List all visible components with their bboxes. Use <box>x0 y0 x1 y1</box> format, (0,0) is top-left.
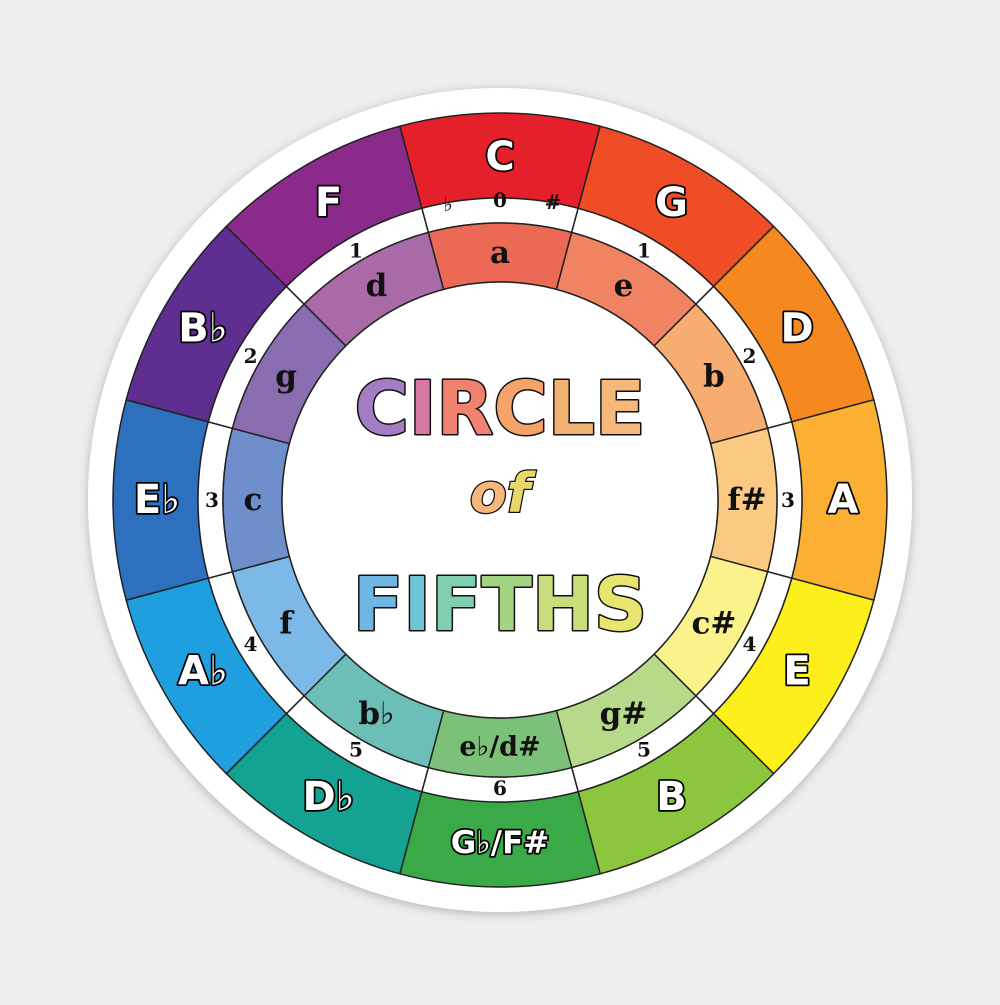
zero-count: 0 <box>493 188 507 212</box>
major-key-label-b: B <box>656 774 687 820</box>
accidental-count-gb-fs: 6 <box>493 776 507 800</box>
circle-of-fifths-sticker: C G D A E B G♭/F# D♭ A♭ E♭ B♭ F 12345654321 a e b f# c#… <box>0 0 1000 1000</box>
title-letter: F <box>431 562 482 648</box>
title-fifths: FIFTHS <box>353 562 647 648</box>
minor-key-label-b: g# <box>600 696 648 732</box>
minor-key-label-eb: c <box>244 482 263 518</box>
minor-key-label-db: b♭ <box>358 696 394 732</box>
title-letter: I <box>403 562 431 648</box>
major-key-label-eb: E♭ <box>134 477 180 523</box>
accidental-count-db: 5 <box>349 737 363 761</box>
minor-key-label-e: c# <box>691 606 736 642</box>
major-key-label-gb-fs: G♭/F# <box>451 825 550 861</box>
accidental-count-eb: 3 <box>205 488 219 512</box>
accidental-count-g: 1 <box>637 239 651 263</box>
accidental-count-e: 4 <box>742 632 756 656</box>
minor-key-label-g: e <box>614 268 634 304</box>
title-of: of <box>470 462 537 525</box>
title-letter: L <box>548 366 595 452</box>
flat-symbol: ♭ <box>443 192 452 216</box>
major-key-label-g: G <box>655 180 688 226</box>
accidental-count-ab: 4 <box>244 632 258 656</box>
title-letter: C <box>355 366 409 452</box>
title-letter: T <box>481 562 532 648</box>
major-key-label-d: D <box>780 306 813 352</box>
title-letter: H <box>532 562 594 648</box>
minor-key-label-d: b <box>703 359 725 395</box>
title-letter: S <box>594 562 647 648</box>
major-key-label-ab: A♭ <box>178 649 228 695</box>
accidental-count-bb: 2 <box>244 344 258 368</box>
sharp-symbol: # <box>545 190 562 214</box>
title-letter: I <box>409 366 437 452</box>
minor-key-label-bb: g <box>275 359 297 395</box>
title-letter: F <box>353 562 404 648</box>
minor-key-label-gb-fs: e♭/d# <box>459 732 540 763</box>
accidental-count-d: 2 <box>742 344 756 368</box>
major-key-label-a: A <box>828 477 859 523</box>
major-key-label-bb: B♭ <box>178 306 227 352</box>
major-key-label-c: C <box>485 134 514 180</box>
major-key-label-f: F <box>315 180 342 226</box>
title-circle: CIRCLE <box>355 366 646 452</box>
major-key-label-e: E <box>783 649 810 695</box>
accidental-count-b: 5 <box>637 737 651 761</box>
minor-key-label-f: d <box>366 268 388 304</box>
circle-of-fifths-wheel: CGDAEBG♭/F#D♭A♭E♭B♭F 12345654321 aebf#c#… <box>88 88 912 912</box>
accidental-count-f: 1 <box>349 239 363 263</box>
minor-key-label-ab: f <box>279 606 294 642</box>
title-letter: C <box>493 366 547 452</box>
title-letter: E <box>595 366 646 452</box>
minor-key-label-c: a <box>490 235 510 271</box>
title-letter: R <box>436 366 493 452</box>
minor-key-label-a: f# <box>727 482 766 518</box>
title-letter: o <box>470 462 507 525</box>
major-key-label-db: D♭ <box>302 774 354 820</box>
accidental-count-a: 3 <box>781 488 795 512</box>
